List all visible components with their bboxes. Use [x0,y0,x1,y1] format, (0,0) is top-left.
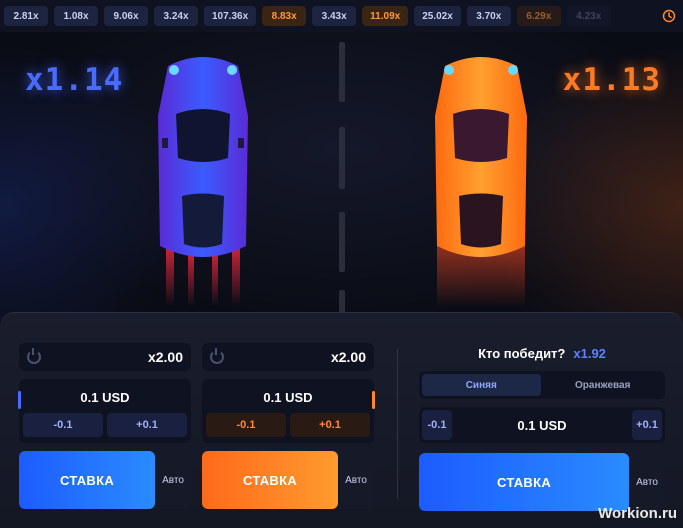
lane-marking [339,212,345,272]
orange-minus-button[interactable]: -0.1 [206,413,286,437]
orange-bet-amount[interactable]: 0.1 USD [206,383,370,411]
blue-car [158,57,248,306]
watermark: Workion.ru [598,505,677,522]
blue-bet-button[interactable]: СТАВКА [19,451,155,509]
orange-odds: x2.00 [330,349,366,365]
history-chip[interactable]: 3.70x [466,6,511,26]
history-chip[interactable]: 1.08x [54,6,98,26]
orange-odds-toggle[interactable]: x2.00 [202,343,374,371]
history-chip[interactable]: 3.43x [312,6,357,26]
race-track: x1.14 x1.13 [0,32,683,322]
bet-panel: x2.00 0.1 USD -0.1 +0.1 СТАВКА Авто x2.0… [0,312,683,528]
who-wins-amount[interactable]: 0.1 USD [452,418,632,433]
history-chip[interactable]: 6.29x [516,6,561,26]
history-chip[interactable]: 25.02x [414,6,461,26]
power-icon[interactable] [210,348,224,364]
blue-odds: x2.00 [147,349,183,365]
lane-marking [339,42,345,102]
who-wins-amount-box: -0.1 0.1 USD +0.1 [419,407,665,443]
blue-odds-toggle[interactable]: x2.00 [19,343,191,371]
history-chip[interactable]: 8.83x [262,6,307,26]
who-wins-section: Кто победит? x1.92 Синяя Оранжевая -0.1 … [419,343,665,511]
tab-orange-car[interactable]: Оранжевая [544,374,663,396]
history-button[interactable] [659,6,679,26]
orange-plus-button[interactable]: +0.1 [290,413,370,437]
game-screen: 2.81x 1.08x 9.06x 3.24x 107.36x 8.83x 3.… [0,0,683,528]
car-selector: Синяя Оранжевая [419,371,665,399]
who-plus-button[interactable]: +0.1 [632,410,662,440]
tab-blue-car[interactable]: Синяя [422,374,541,396]
lane-marking [339,127,345,189]
history-chip[interactable]: 2.81x [4,6,48,26]
who-wins-auto-button[interactable]: Авто [629,453,665,511]
blue-bet-column: x2.00 0.1 USD -0.1 +0.1 СТАВКА Авто [18,343,191,509]
blue-plus-button[interactable]: +0.1 [107,413,187,437]
clock-icon [662,9,676,23]
blue-minus-button[interactable]: -0.1 [23,413,103,437]
orange-bet-button[interactable]: СТАВКА [202,451,338,509]
orange-car [435,57,527,308]
history-bar: 2.81x 1.08x 9.06x 3.24x 107.36x 8.83x 3.… [0,0,683,32]
history-chip[interactable]: 4.23x [566,6,611,26]
who-wins-odds: x1.92 [573,345,606,361]
blue-auto-button[interactable]: Авто [155,451,191,509]
who-wins-bet-button[interactable]: СТАВКА [419,453,629,511]
power-icon[interactable] [27,348,41,364]
blue-bet-amount[interactable]: 0.1 USD [23,383,187,411]
blue-bet-amount-box: 0.1 USD -0.1 +0.1 [18,379,191,443]
orange-bet-column: x2.00 0.1 USD -0.1 +0.1 СТАВКА Авто [202,343,375,509]
history-chip[interactable]: 9.06x [104,6,148,26]
history-chip[interactable]: 3.24x [154,6,198,26]
history-chip[interactable]: 11.09x [362,6,409,26]
orange-bet-amount-box: 0.1 USD -0.1 +0.1 [202,379,375,443]
panel-divider [397,349,398,499]
who-wins-title: Кто победит? [478,345,566,361]
who-minus-button[interactable]: -0.1 [422,410,452,440]
history-chip[interactable]: 107.36x [204,6,257,26]
orange-car-multiplier: x1.13 [562,62,661,98]
blue-car-multiplier: x1.14 [25,62,124,98]
orange-auto-button[interactable]: Авто [338,451,374,509]
